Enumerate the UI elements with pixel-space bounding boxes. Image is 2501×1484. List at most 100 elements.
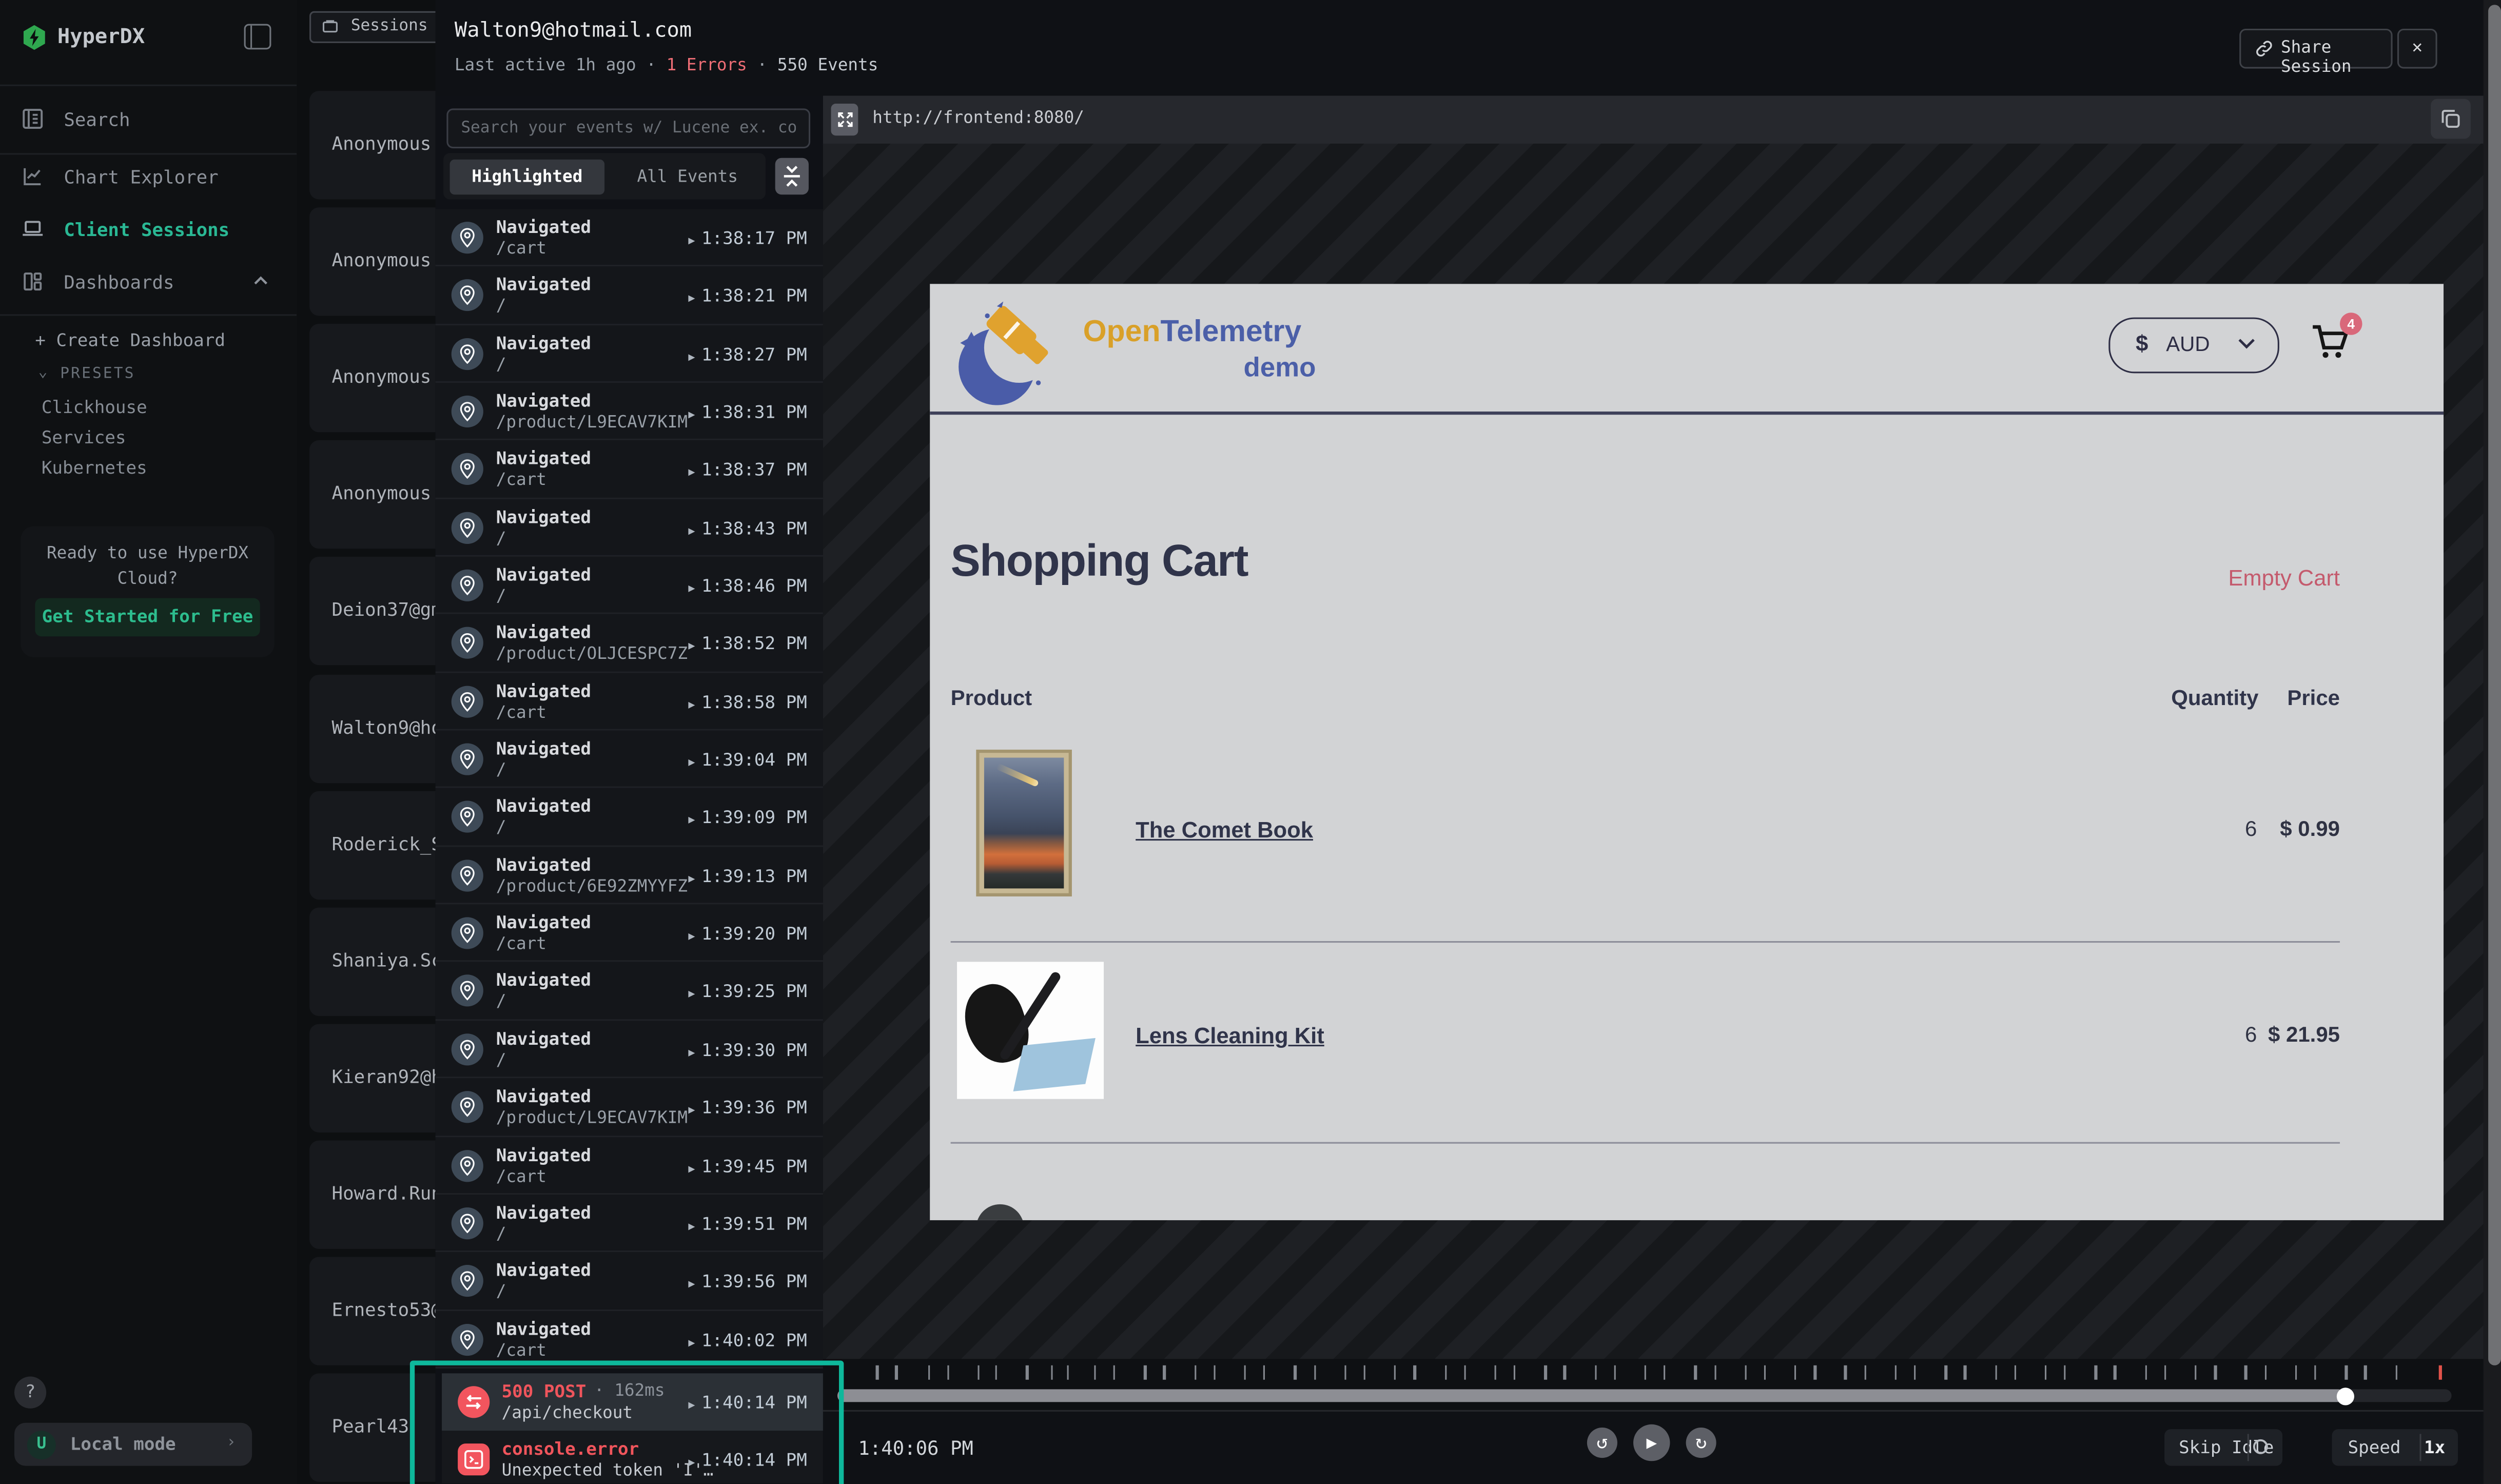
speed-control[interactable]: Speed 1x xyxy=(2332,1429,2458,1466)
currency-select[interactable]: $ AUD xyxy=(2108,318,2279,374)
event-row[interactable]: Navigated /cart ▶1:40:02 PM xyxy=(436,1311,823,1369)
session-list-item[interactable]: Anonymous xyxy=(309,91,436,199)
product-link[interactable]: Lens Cleaning Kit xyxy=(1136,1022,1324,1048)
session-list-item[interactable]: Shaniya.Sc xyxy=(309,907,436,1016)
play-glyph[interactable]: ▶ xyxy=(688,1220,695,1233)
play-button[interactable]: ▶ xyxy=(1633,1424,1670,1461)
session-list-item[interactable]: Kieran92@h xyxy=(309,1024,436,1132)
sidebar-item-services[interactable]: Services xyxy=(0,423,297,453)
cart-button[interactable]: 4 xyxy=(2308,321,2356,372)
session-list-item[interactable]: Deion37@gm xyxy=(309,557,436,666)
event-tabs: Highlighted All Events xyxy=(443,153,766,199)
session-list-item[interactable]: Roderick_S xyxy=(309,791,436,899)
play-glyph[interactable]: ▶ xyxy=(688,582,695,595)
play-glyph[interactable]: ▶ xyxy=(688,408,695,421)
sidebar-item-client-sessions[interactable]: Client Sessions xyxy=(0,206,297,253)
location-pin-icon xyxy=(452,396,483,427)
event-row[interactable]: Navigated /product/6E92ZMYYFZ ▶1:39:13 P… xyxy=(436,847,823,905)
help-button[interactable]: ? xyxy=(14,1377,46,1409)
play-glyph[interactable]: ▶ xyxy=(688,640,695,653)
event-row[interactable]: Navigated /product/L9ECAV7KIM ▶1:38:31 P… xyxy=(436,383,823,441)
tab-all-events[interactable]: All Events xyxy=(619,159,756,193)
event-row[interactable]: Navigated / ▶1:39:09 PM xyxy=(436,789,823,847)
play-glyph[interactable]: ▶ xyxy=(688,235,695,247)
scrollbar-thumb[interactable] xyxy=(2488,5,2500,1365)
play-glyph[interactable]: ▶ xyxy=(688,756,695,769)
toggle-off-icon[interactable] xyxy=(2252,1437,2275,1456)
play-glyph[interactable]: ▶ xyxy=(688,292,695,305)
speed-value[interactable]: 1x xyxy=(2424,1436,2445,1457)
play-glyph[interactable]: ▶ xyxy=(688,1046,695,1059)
share-session-button[interactable]: Share Session xyxy=(2239,29,2392,69)
play-glyph[interactable]: ▶ xyxy=(688,814,695,827)
sidebar-item-chart-explorer[interactable]: Chart Explorer xyxy=(0,153,297,201)
get-started-button[interactable]: Get Started for Free xyxy=(35,598,260,637)
play-glyph[interactable]: ▶ xyxy=(688,1278,695,1291)
play-glyph[interactable]: ▶ xyxy=(688,1104,695,1117)
event-row-error-console[interactable]: console.error Unexpected token 'I'… ▶1:4… xyxy=(441,1431,823,1483)
play-glyph[interactable]: ▶ xyxy=(688,466,695,479)
session-user: Anonymous xyxy=(332,365,432,388)
sidebar-item-clickhouse[interactable]: Clickhouse xyxy=(0,393,297,423)
play-glyph[interactable]: ▶ xyxy=(688,872,695,885)
replay-timeline[interactable] xyxy=(823,1359,2484,1410)
event-row[interactable]: Navigated /product/OLJCESPC7Z ▶1:38:52 P… xyxy=(436,615,823,673)
session-list-item[interactable]: Anonymous xyxy=(309,441,436,549)
event-row[interactable]: Navigated /cart ▶1:39:20 PM xyxy=(436,905,823,963)
product-price: $ 21.95 xyxy=(2268,1022,2340,1046)
session-list-item[interactable]: Howard.Run xyxy=(309,1140,436,1248)
local-mode-button[interactable]: U Local mode › xyxy=(14,1423,252,1466)
sidebar-item-kubernetes[interactable]: Kubernetes xyxy=(0,453,297,483)
tab-sessions[interactable]: Sessions xyxy=(309,11,436,43)
sidebar-collapse-icon[interactable] xyxy=(244,24,271,50)
session-list-item[interactable]: Walton9@ho xyxy=(309,674,436,782)
play-glyph[interactable]: ▶ xyxy=(688,930,695,943)
event-row[interactable]: Navigated / ▶1:39:30 PM xyxy=(436,1021,823,1079)
session-list-item[interactable]: Ernesto53@ xyxy=(309,1257,436,1365)
close-icon[interactable]: ✕ xyxy=(2397,29,2437,69)
copy-icon[interactable] xyxy=(2431,99,2471,139)
session-list-item[interactable]: Anonymous xyxy=(309,207,436,316)
play-glyph[interactable]: ▶ xyxy=(688,988,695,1001)
event-row[interactable]: Navigated /cart ▶1:38:58 PM xyxy=(436,673,823,731)
rewind-button[interactable]: ↺ xyxy=(1587,1428,1617,1458)
play-glyph[interactable]: ▶ xyxy=(688,350,695,363)
tab-highlighted[interactable]: Highlighted xyxy=(450,159,605,193)
event-search-input[interactable] xyxy=(446,108,810,148)
timeline-track[interactable] xyxy=(837,1389,2452,1402)
collapse-panel-button[interactable] xyxy=(775,158,809,194)
event-row[interactable]: Navigated /cart ▶1:39:45 PM xyxy=(436,1137,823,1195)
presets-header[interactable]: ⌄PRESETS xyxy=(0,360,297,390)
product-link[interactable]: The Comet Book xyxy=(1136,817,1313,843)
sidebar-item-dashboards[interactable]: Dashboards xyxy=(0,259,297,306)
expand-icon[interactable] xyxy=(831,104,858,135)
event-row[interactable]: Navigated / ▶1:39:04 PM xyxy=(436,731,823,789)
empty-cart-link[interactable]: Empty Cart xyxy=(2228,564,2340,590)
event-row[interactable]: Navigated / ▶1:38:43 PM xyxy=(436,499,823,557)
sidebar-item-search[interactable]: Search xyxy=(0,96,297,144)
play-glyph[interactable]: ▶ xyxy=(688,1162,695,1175)
event-row[interactable]: Navigated / ▶1:38:21 PM xyxy=(436,267,823,325)
play-glyph[interactable]: ▶ xyxy=(688,1399,695,1412)
play-glyph[interactable]: ▶ xyxy=(688,698,695,711)
event-row[interactable]: Navigated /product/L9ECAV7KIM ▶1:39:36 P… xyxy=(436,1079,823,1137)
event-row[interactable]: Navigated / ▶1:39:51 PM xyxy=(436,1195,823,1253)
event-row[interactable]: Navigated /cart ▶1:38:17 PM xyxy=(436,209,823,267)
session-list-item[interactable]: Pearl43 xyxy=(309,1374,436,1482)
play-glyph[interactable]: ▶ xyxy=(688,1456,695,1469)
event-path: / xyxy=(496,297,506,316)
event-row[interactable]: Navigated / ▶1:38:46 PM xyxy=(436,557,823,615)
location-pin-icon xyxy=(452,744,483,775)
event-row[interactable]: Navigated / ▶1:38:27 PM xyxy=(436,325,823,383)
event-row[interactable]: Navigated / ▶1:39:56 PM xyxy=(436,1253,823,1311)
event-row-error-request[interactable]: 500 POST · 162ms /api/checkout ▶1:40:14 … xyxy=(441,1373,823,1431)
event-row[interactable]: Navigated /cart ▶1:38:37 PM xyxy=(436,441,823,499)
session-list-item[interactable]: Anonymous xyxy=(309,324,436,433)
shop-brand[interactable]: OpenTelemetry demo xyxy=(1083,316,1322,384)
skip-idle-control[interactable]: Skip Idle xyxy=(2164,1429,2282,1466)
play-glyph[interactable]: ▶ xyxy=(688,1336,695,1349)
play-glyph[interactable]: ▶ xyxy=(688,524,695,537)
forward-button[interactable]: ↻ xyxy=(1686,1428,1716,1458)
event-row[interactable]: Navigated / ▶1:39:25 PM xyxy=(436,963,823,1021)
create-dashboard-button[interactable]: + Create Dashboard xyxy=(0,325,297,356)
